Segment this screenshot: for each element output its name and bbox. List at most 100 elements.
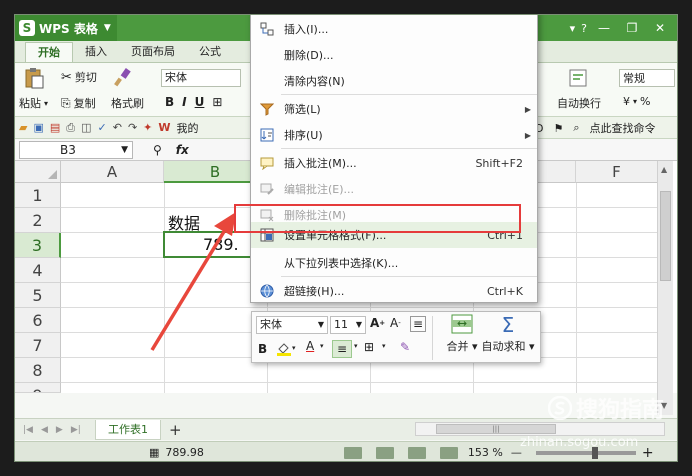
menu-item-delete[interactable]: 删除(D)... — [251, 42, 537, 68]
export-pdf-icon[interactable]: ▤ — [50, 121, 60, 134]
align-center-icon[interactable]: ≡ — [332, 340, 352, 358]
restore-button[interactable]: ❐ — [621, 19, 643, 37]
shrink-font-button[interactable]: A- — [390, 316, 401, 330]
tab-insert[interactable]: 插入 — [73, 42, 119, 62]
close-button[interactable]: ✕ — [649, 19, 671, 37]
row-header-4[interactable]: 4 — [15, 258, 61, 283]
sogou-logo-icon — [548, 396, 572, 420]
spellcheck-icon[interactable]: ✓ — [98, 121, 107, 134]
first-sheet-icon[interactable]: |◀ — [23, 425, 33, 435]
page-break-view-icon[interactable] — [407, 446, 426, 459]
wrap-icon-wrap[interactable] — [569, 69, 587, 87]
hscroll-thumb[interactable]: ||| — [436, 424, 556, 434]
menu-item-sort[interactable]: 排序(U) ▶ — [251, 122, 537, 148]
brush-mini-icon[interactable]: ✎ — [400, 340, 410, 354]
zoom-slider[interactable] — [535, 446, 636, 459]
cut-button[interactable]: ✂ 剪切 — [61, 69, 97, 85]
font-color-button[interactable]: A — [306, 340, 314, 352]
row-header-2[interactable]: 2 — [15, 208, 61, 233]
undo-icon[interactable]: ↶ — [113, 121, 122, 134]
row-header-9[interactable]: 9 — [15, 383, 61, 393]
zoom-level[interactable]: 153 % — [468, 446, 503, 459]
autosum-button[interactable]: Σ 自动求和 ▾ — [480, 314, 536, 360]
last-sheet-icon[interactable]: ▶| — [71, 425, 81, 435]
select-all-corner[interactable] — [15, 161, 61, 183]
italic-button[interactable]: I — [182, 95, 186, 109]
paste-group[interactable] — [23, 67, 45, 89]
copy-button[interactable]: ⎘ 复制 — [61, 95, 96, 111]
format-painter-button[interactable]: 格式刷 — [111, 95, 144, 111]
find-command-link[interactable]: 点此查找命令 — [590, 120, 656, 136]
tab-page-layout[interactable]: 页面布局 — [119, 42, 187, 62]
menu-item-pick-from-list[interactable]: 从下拉列表中选择(K)... — [251, 250, 537, 276]
fx-button[interactable]: fx — [176, 143, 189, 157]
dropdown-icon[interactable]: ▾ — [570, 22, 576, 35]
column-header-f[interactable]: F — [576, 161, 658, 183]
border-icon[interactable]: ⊞ — [212, 95, 222, 109]
mini-bold-button[interactable]: B — [258, 342, 267, 356]
insert-icon — [259, 21, 275, 37]
fill-color-icon[interactable]: ▾ — [276, 340, 296, 356]
row-header-7[interactable]: 7 — [15, 333, 61, 358]
tab-formula[interactable]: 公式 — [187, 42, 233, 62]
percent-button[interactable]: ¥ ▾ % — [623, 95, 650, 108]
number-format-select[interactable]: 常规 — [619, 69, 675, 87]
pin-icon[interactable]: ✦ — [143, 121, 152, 134]
print-icon[interactable]: ⎙ — [66, 121, 75, 135]
scroll-up-icon[interactable]: ▲ — [661, 165, 667, 174]
open-folder-icon[interactable]: ▰ — [19, 121, 27, 134]
help-button[interactable]: ? — [581, 22, 587, 35]
zoom-in-button[interactable]: + — [642, 445, 654, 461]
redo-icon[interactable]: ↷ — [128, 121, 137, 134]
caret-down-icon[interactable]: ▾ — [382, 342, 386, 350]
zoom-search-icon[interactable]: ⚲ — [153, 143, 162, 157]
menu-item-format-cells[interactable]: 设置单元格格式(F)... Ctrl+1 — [251, 222, 537, 248]
underline-button[interactable]: U — [195, 95, 205, 109]
caret-down-icon[interactable]: ▾ — [354, 342, 358, 350]
wps-w-icon[interactable]: W — [158, 121, 170, 134]
border-mini-icon[interactable]: ⊞ — [364, 340, 374, 354]
menu-item-hyperlink[interactable]: 超链接(H)... Ctrl+K — [251, 278, 537, 304]
mini-font-select[interactable]: 宋体 ▼ — [256, 316, 328, 334]
scroll-thumb[interactable] — [660, 191, 671, 281]
horizontal-scrollbar[interactable]: ||| — [415, 422, 665, 436]
row-header-6[interactable]: 6 — [15, 308, 61, 333]
my-label[interactable]: 我的 — [177, 120, 199, 136]
bold-button[interactable]: B — [165, 95, 174, 109]
row-header-5[interactable]: 5 — [15, 283, 61, 308]
reading-view-icon[interactable] — [439, 446, 458, 459]
format-painter-icon-wrap[interactable] — [113, 67, 133, 87]
minimize-button[interactable]: — — [593, 19, 615, 37]
tab-home[interactable]: 开始 — [25, 42, 73, 62]
paste-button[interactable]: 粘贴 ▾ — [19, 95, 48, 111]
wrap-text-button[interactable]: 自动换行 — [557, 95, 601, 111]
menu-item-insert[interactable]: 插入(I)... — [251, 16, 537, 42]
add-sheet-button[interactable]: + — [169, 421, 182, 439]
row-header-3[interactable]: 3 — [15, 233, 61, 258]
font-family-select[interactable]: 宋体 — [161, 69, 241, 87]
flag-icon[interactable]: ⚑ — [553, 122, 563, 135]
menu-item-filter[interactable]: 筛选(L) ▶ — [251, 96, 537, 122]
save-icon[interactable]: ▣ — [33, 121, 43, 134]
row-header-1[interactable]: 1 — [15, 183, 61, 208]
vertical-scrollbar[interactable]: ▲ ▼ — [657, 161, 673, 415]
app-menu-button[interactable]: S WPS 表格 ▼ — [15, 15, 117, 41]
menu-item-insert-comment[interactable]: 插入批注(M)... Shift+F2 — [251, 150, 537, 176]
normal-view-icon[interactable] — [343, 446, 362, 459]
merge-label: 合并 ▾ — [446, 340, 478, 353]
page-layout-view-icon[interactable] — [375, 446, 394, 459]
mini-size-select[interactable]: 11 ▼ — [330, 316, 366, 334]
print-preview-icon[interactable]: ◫ — [81, 121, 91, 134]
name-box[interactable]: B3 ▼ — [19, 140, 133, 159]
search-icon[interactable]: ⌕ — [573, 121, 579, 135]
format-cell-mini-icon[interactable]: ≡ — [410, 316, 426, 332]
sheet-tab-1[interactable]: 工作表1 — [95, 419, 161, 440]
caret-down-icon[interactable]: ▾ — [320, 342, 324, 350]
menu-item-clear-contents[interactable]: 清除内容(N) — [251, 68, 537, 94]
next-sheet-icon[interactable]: ▶ — [56, 425, 63, 435]
prev-sheet-icon[interactable]: ◀ — [41, 425, 48, 435]
row-header-8[interactable]: 8 — [15, 358, 61, 383]
grow-font-button[interactable]: A + — [370, 316, 385, 330]
column-header-a[interactable]: A — [61, 161, 164, 183]
menu-label: 插入批注(M)... — [284, 157, 357, 170]
